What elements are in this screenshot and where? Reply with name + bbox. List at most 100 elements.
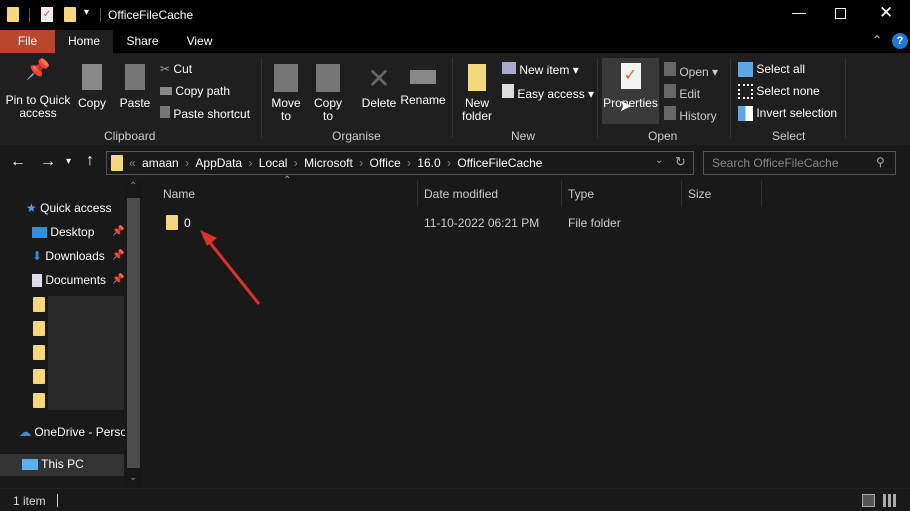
- blurred-region: [48, 296, 124, 410]
- divider: [261, 58, 262, 138]
- breadcrumb-item[interactable]: OfficeFileCache: [457, 156, 542, 170]
- nav-onedrive[interactable]: ☁ OneDrive - Personal: [19, 425, 125, 439]
- invert-selection-button[interactable]: Invert selection: [738, 106, 837, 122]
- divider[interactable]: [681, 180, 682, 207]
- select-all-button[interactable]: Select all: [738, 62, 805, 78]
- column-header-date[interactable]: Date modified: [424, 187, 498, 201]
- search-input[interactable]: Search OfficeFileCache: [712, 156, 839, 170]
- column-header-type[interactable]: Type: [568, 187, 594, 201]
- address-dropdown-icon[interactable]: ⌄: [655, 155, 663, 166]
- pin-to-quick-access-button[interactable]: 📌 Pin to Quick access: [3, 59, 73, 120]
- nav-scrollbar[interactable]: ⌃ ⌄: [125, 180, 142, 488]
- group-label-open: Open: [648, 129, 678, 143]
- properties-qat-icon[interactable]: ✓: [41, 7, 53, 22]
- folder-icon[interactable]: [33, 345, 45, 360]
- nav-quick-access[interactable]: ★ Quick access: [26, 201, 111, 215]
- group-label-organise: Organise: [332, 129, 381, 143]
- delete-button[interactable]: ✕ Delete: [360, 64, 398, 110]
- large-icons-view-button[interactable]: [883, 494, 896, 507]
- breadcrumb-separator[interactable]: ›: [182, 156, 193, 170]
- select-none-button[interactable]: Select none: [738, 84, 820, 100]
- tab-file[interactable]: File: [0, 30, 55, 53]
- breadcrumb-item[interactable]: Office: [370, 156, 401, 170]
- cut-button[interactable]: ✂ Cut: [160, 62, 192, 76]
- new-folder-qat-icon[interactable]: [64, 7, 76, 22]
- pin-icon: 📌: [25, 59, 51, 81]
- customize-qat-icon[interactable]: ▾: [84, 7, 89, 18]
- breadcrumb-separator[interactable]: ›: [290, 156, 301, 170]
- search-box[interactable]: Search OfficeFileCache ⚲: [703, 151, 896, 175]
- refresh-icon[interactable]: ↻: [675, 154, 686, 170]
- new-folder-button[interactable]: New folder: [459, 64, 495, 123]
- nav-documents[interactable]: Documents: [32, 273, 112, 288]
- file-type: File folder: [568, 216, 621, 230]
- close-button[interactable]: ✕: [879, 3, 893, 23]
- help-icon[interactable]: ?: [892, 33, 908, 49]
- recent-locations-icon[interactable]: ▾: [66, 156, 71, 167]
- sort-ascending-icon: ⌃: [283, 175, 292, 186]
- divider: [100, 8, 101, 22]
- folder-icon[interactable]: [33, 393, 45, 408]
- star-icon: ★: [26, 201, 37, 215]
- nav-downloads[interactable]: ⬇ Downloads: [32, 249, 112, 263]
- divider[interactable]: [561, 180, 562, 207]
- new-item-button[interactable]: New item ▾: [502, 62, 579, 77]
- edit-button[interactable]: Edit: [664, 84, 700, 101]
- copy-path-button[interactable]: Copy path: [160, 84, 230, 98]
- nav-desktop[interactable]: Desktop: [32, 225, 94, 239]
- breadcrumb-item[interactable]: 16.0: [417, 156, 440, 170]
- rename-button[interactable]: Rename: [400, 64, 446, 107]
- divider[interactable]: [761, 180, 762, 207]
- history-button[interactable]: History: [664, 106, 717, 123]
- folder-icon[interactable]: [33, 321, 45, 336]
- breadcrumb-separator[interactable]: ›: [245, 156, 256, 170]
- search-icon: ⚲: [876, 155, 885, 169]
- breadcrumb-separator[interactable]: ›: [356, 156, 367, 170]
- folder-icon[interactable]: [33, 369, 45, 384]
- pin-icon: 📌: [112, 274, 125, 285]
- item-count: 1 item: [13, 494, 46, 508]
- minimize-button[interactable]: —: [792, 4, 806, 20]
- copy-to-button[interactable]: Copy to: [310, 64, 346, 123]
- pin-icon: 📌: [112, 226, 125, 237]
- column-header-size[interactable]: Size: [688, 187, 711, 201]
- divider[interactable]: [417, 180, 418, 207]
- move-to-button[interactable]: Move to: [268, 64, 304, 123]
- tab-share[interactable]: Share: [115, 30, 170, 53]
- paste-shortcut-button[interactable]: Paste shortcut: [160, 106, 250, 121]
- address-bar[interactable]: « amaan › AppData › Local › Microsoft › …: [106, 151, 694, 175]
- tab-view[interactable]: View: [172, 30, 227, 53]
- scrollbar-thumb[interactable]: [127, 198, 140, 468]
- maximize-button[interactable]: [835, 8, 846, 19]
- up-button[interactable]: ↑: [86, 152, 94, 170]
- new-item-icon: [502, 62, 516, 74]
- breadcrumb-separator[interactable]: ›: [444, 156, 455, 170]
- breadcrumb-separator[interactable]: ›: [404, 156, 415, 170]
- breadcrumb-overflow[interactable]: «: [129, 156, 136, 170]
- folder-icon[interactable]: [33, 297, 45, 312]
- breadcrumb-item[interactable]: Microsoft: [304, 156, 353, 170]
- computer-icon: [22, 459, 38, 471]
- breadcrumb-item[interactable]: Local: [259, 156, 288, 170]
- collapse-ribbon-icon[interactable]: ⌃: [872, 33, 882, 47]
- move-to-icon: [274, 64, 298, 92]
- select-none-icon: [738, 84, 753, 100]
- nav-this-pc[interactable]: This PC: [0, 454, 124, 476]
- breadcrumb-item[interactable]: AppData: [195, 156, 242, 170]
- copy-icon: [82, 64, 102, 90]
- details-view-button[interactable]: [862, 494, 875, 507]
- desktop-icon: [32, 227, 47, 239]
- copy-button[interactable]: Copy: [76, 64, 108, 110]
- easy-access-button[interactable]: Easy access ▾: [502, 84, 594, 101]
- paste-shortcut-icon: [160, 106, 170, 118]
- tab-home[interactable]: Home: [55, 30, 113, 53]
- open-button[interactable]: Open ▾: [664, 62, 718, 79]
- easy-access-icon: [502, 84, 514, 98]
- group-label-select: Select: [772, 129, 806, 143]
- paste-button[interactable]: Paste: [117, 64, 153, 110]
- breadcrumb-item[interactable]: amaan: [142, 156, 179, 170]
- back-button[interactable]: ←: [10, 153, 26, 171]
- forward-button[interactable]: →: [40, 153, 56, 171]
- copy-to-icon: [316, 64, 340, 92]
- column-header-name[interactable]: Name: [163, 187, 195, 201]
